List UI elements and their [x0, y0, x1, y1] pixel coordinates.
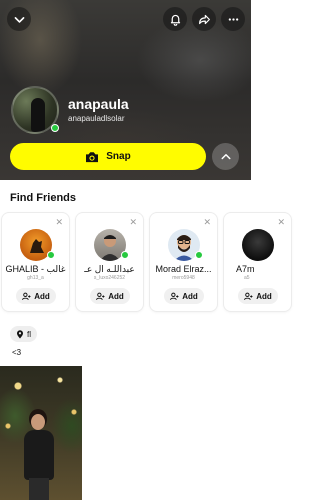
story-thumbnail[interactable] [0, 366, 82, 500]
friend-avatar [242, 229, 274, 261]
back-button[interactable] [7, 7, 31, 31]
add-friend-label: Add [182, 291, 198, 301]
close-icon[interactable]: ✕ [129, 217, 137, 228]
add-friend-label: Add [108, 291, 124, 301]
more-horizontal-icon [228, 17, 238, 21]
location-chip[interactable]: fl [10, 326, 37, 342]
add-friend-button[interactable]: Add [238, 288, 278, 304]
person-plus-icon [170, 292, 179, 300]
person-plus-icon [22, 292, 31, 300]
friend-card[interactable]: ✕ A7m a5 Add [224, 213, 291, 311]
close-icon[interactable]: ✕ [55, 217, 63, 228]
online-status-dot [195, 251, 203, 259]
online-status-dot [47, 251, 55, 259]
close-icon[interactable]: ✕ [277, 217, 285, 228]
find-friends-carousel[interactable]: ✕ GHALIB - غالب gh13_a Add ✕ عبداللـه ال… [0, 213, 291, 313]
friend-username: mero5948 [172, 275, 195, 281]
add-friend-button[interactable]: Add [164, 288, 204, 304]
profile-username: anapauladlsolar [68, 114, 125, 123]
profile-bio: <3 [12, 348, 22, 357]
collapse-button[interactable] [212, 143, 239, 170]
add-friend-label: Add [34, 291, 50, 301]
notifications-button[interactable] [163, 7, 187, 31]
friend-card[interactable]: ✕ عبداللـه ال عـ s_luxo246252 Add [76, 213, 143, 311]
online-status-dot [51, 124, 59, 132]
friend-card[interactable]: ✕ GHALIB - غالب gh13_a Add [2, 213, 69, 311]
profile-display-name: anapaula [68, 96, 129, 112]
friend-name: A7m [236, 264, 255, 274]
friend-name: عبداللـه ال عـ [84, 264, 135, 274]
location-label: fl [27, 329, 31, 339]
online-status-dot [121, 251, 129, 259]
bell-icon [170, 14, 180, 26]
friend-name: Morad Elraz... [155, 264, 212, 274]
close-icon[interactable]: ✕ [203, 217, 211, 228]
friend-card[interactable]: ✕ Morad Elraz... mero5948 Add [150, 213, 217, 311]
find-friends-title: Find Friends [10, 192, 76, 204]
person-plus-icon [244, 292, 253, 300]
share-arrow-icon [198, 14, 210, 24]
camera-icon [86, 151, 99, 162]
more-button[interactable] [221, 7, 245, 31]
chevron-down-icon [14, 16, 24, 23]
add-friend-button[interactable]: Add [90, 288, 130, 304]
friend-username: gh13_a [27, 275, 44, 281]
person-plus-icon [96, 292, 105, 300]
add-friend-button[interactable]: Add [16, 288, 56, 304]
friend-username: s_luxo246252 [93, 275, 126, 281]
add-friend-label: Add [256, 291, 272, 301]
location-pin-icon [17, 329, 23, 338]
snap-button-label: Snap [106, 151, 131, 162]
chevron-up-icon [221, 153, 230, 159]
share-button[interactable] [192, 7, 216, 31]
profile-header: anapaula anapauladlsolar Snap [0, 0, 251, 180]
snap-button[interactable]: Snap [10, 143, 206, 170]
friend-username: a5 [244, 275, 250, 281]
friend-name: GHALIB - غالب [5, 264, 66, 274]
